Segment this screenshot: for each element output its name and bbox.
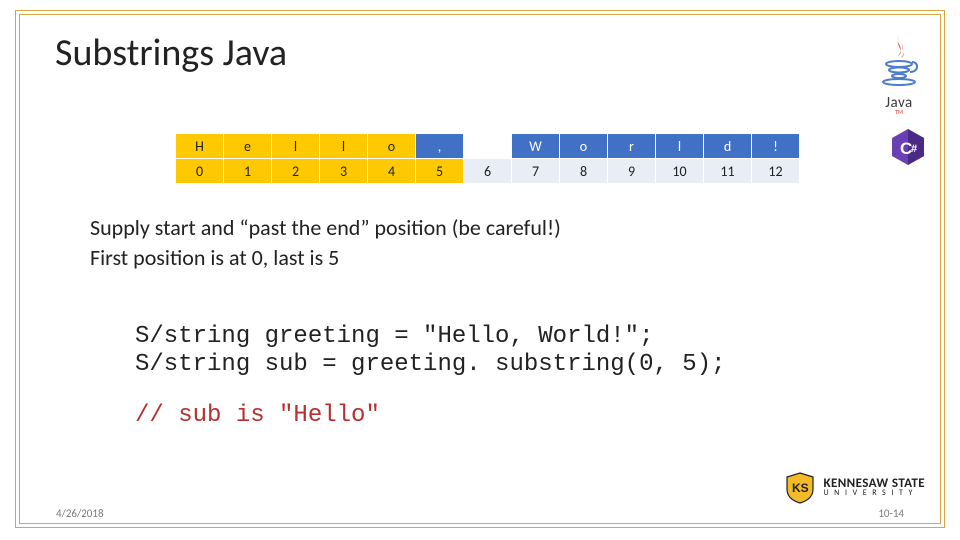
ksu-shield-icon: KS	[783, 471, 817, 505]
index-cell: 0	[176, 159, 224, 184]
index-cell: 11	[704, 159, 752, 184]
body-line-2: First position is at 0, last is 5	[90, 243, 561, 273]
char-cell: H	[176, 134, 224, 159]
char-cell: W	[512, 134, 560, 159]
code-comment: // sub is "Hello"	[135, 402, 380, 429]
char-cell: o	[368, 134, 416, 159]
index-cell: 7	[512, 159, 560, 184]
index-cell: 9	[608, 159, 656, 184]
index-cell: 1	[224, 159, 272, 184]
char-cell: ,	[416, 134, 464, 159]
csharp-logo-icon: C #	[889, 128, 927, 166]
char-cell: e	[224, 134, 272, 159]
body-line-1: Supply start and “past the end” position…	[90, 213, 561, 243]
char-cell: !	[752, 134, 800, 159]
index-cell: 10	[656, 159, 704, 184]
char-cell: l	[656, 134, 704, 159]
char-cell: r	[608, 134, 656, 159]
code-line-1: S/string greeting = "Hello, World!";	[135, 323, 653, 350]
index-cell: 4	[368, 159, 416, 184]
footer-date: 4/26/2018	[56, 507, 104, 520]
index-cell: 5	[416, 159, 464, 184]
java-tm-icon: TM	[876, 109, 922, 115]
char-cell: d	[704, 134, 752, 159]
index-cell: 12	[752, 159, 800, 184]
char-cell: l	[272, 134, 320, 159]
java-logo-icon: Java TM	[876, 34, 922, 115]
svg-text:#: #	[911, 143, 917, 155]
index-cell: 6	[464, 159, 512, 184]
char-cell: o	[560, 134, 608, 159]
char-cell: l	[320, 134, 368, 159]
code-line-2: S/string sub = greeting. substring(0, 5)…	[135, 351, 726, 378]
svg-text:KS: KS	[792, 481, 809, 495]
index-cell: 2	[272, 159, 320, 184]
index-table: Hello,World! 0123456789101112	[175, 133, 800, 184]
index-cell: 8	[560, 159, 608, 184]
ksu-sub: UNIVERSITY	[823, 490, 925, 498]
footer-page: 10-14	[878, 507, 904, 520]
body-text: Supply start and “past the end” position…	[90, 213, 561, 272]
ksu-logo: KS KENNESAW STATE UNIVERSITY	[783, 471, 925, 505]
index-cell: 3	[320, 159, 368, 184]
char-cell	[464, 134, 512, 159]
slide-title: Substrings Java	[55, 30, 287, 76]
